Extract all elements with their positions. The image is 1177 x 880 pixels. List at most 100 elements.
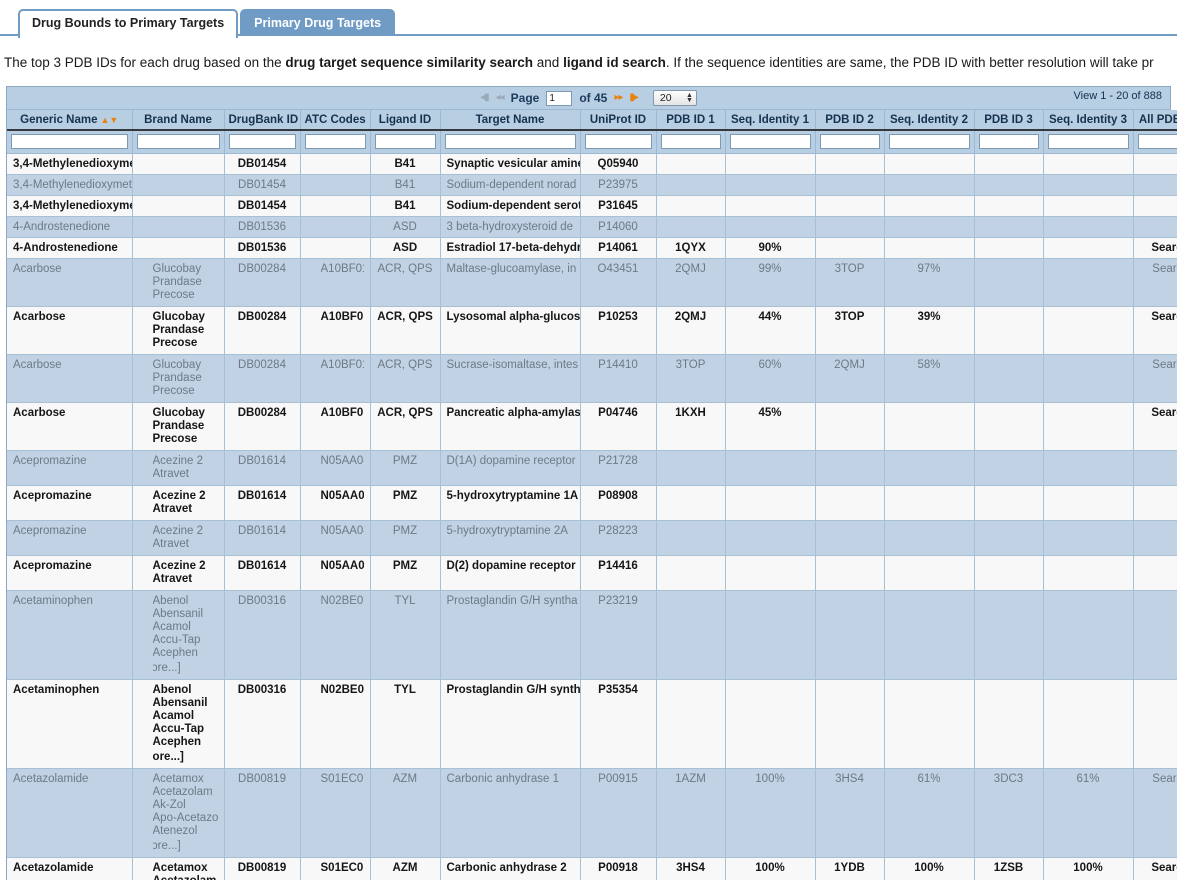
cell-all-pdb-ids[interactable]: Search bbox=[1133, 857, 1177, 880]
search-link[interactable]: Search bbox=[1152, 263, 1177, 275]
search-link[interactable]: Search bbox=[1152, 773, 1177, 785]
cell-seq1: 60% bbox=[725, 354, 816, 403]
search-link[interactable]: Search bbox=[1151, 862, 1177, 874]
table-row[interactable]: AcetaminophenAbenolAbensanilAcamolAccu-T… bbox=[7, 590, 1177, 680]
filter-input-brand-name[interactable] bbox=[136, 134, 220, 149]
column-header-atc-codes[interactable]: ATC Codes bbox=[300, 110, 371, 131]
brand-item: Acezine 2 bbox=[153, 560, 218, 573]
table-row[interactable]: 4-Androstenedione DB01536 ASD Estradiol 17-… bbox=[7, 237, 1177, 259]
table-row[interactable]: AcarboseGlucobayPrandasePrecoseDB00284A1… bbox=[7, 306, 1177, 355]
table-row[interactable]: AcepromazineAcezine 2AtravetDB01614N05AA… bbox=[7, 555, 1177, 591]
filter-cell-ligand-id bbox=[370, 130, 441, 154]
cell-ligand-id: AZM bbox=[370, 857, 441, 880]
atc-list: N05AA04 bbox=[307, 560, 364, 573]
filter-input-pdb-id-2[interactable] bbox=[819, 134, 880, 149]
first-page-icon[interactable]: ◂▮ bbox=[480, 93, 489, 103]
cell-all-pdb-ids[interactable]: Search bbox=[1133, 237, 1177, 259]
filter-input-target-name[interactable] bbox=[444, 134, 576, 149]
table-row[interactable]: 3,4-Methylenedioxymet DB01454 B41 Sodium-de… bbox=[7, 195, 1177, 217]
table-row[interactable]: AcepromazineAcezine 2AtravetDB01614N05AA… bbox=[7, 450, 1177, 486]
filter-input-pdb-id-1[interactable] bbox=[660, 134, 721, 149]
tab-drug-bounds-to-primary-targets[interactable]: Drug Bounds to Primary Targets bbox=[18, 9, 239, 38]
table-row[interactable]: AcepromazineAcezine 2AtravetDB01614N05AA… bbox=[7, 520, 1177, 556]
table-row[interactable]: 3,4-Methylenedioxymet DB01454 B41 Sodium-de… bbox=[7, 174, 1177, 196]
cell-drugbank-id: DB00284 bbox=[224, 354, 301, 403]
atc-item: N05AA04 bbox=[321, 490, 364, 503]
column-header-generic-name[interactable]: Generic Name ▲▼ bbox=[7, 110, 133, 131]
table-row[interactable]: AcarboseGlucobayPrandasePrecoseDB00284A1… bbox=[7, 258, 1177, 307]
table-row[interactable]: AcarboseGlucobayPrandasePrecoseDB00284A1… bbox=[7, 354, 1177, 403]
next-page-icon[interactable]: ▸▸ bbox=[614, 93, 623, 103]
cell-seq1 bbox=[725, 485, 816, 521]
column-header-seq-identity-2[interactable]: Seq. Identity 2 bbox=[884, 110, 975, 131]
table-row[interactable]: AcetazolamideAcetamoxAcetazolamAk-ZolApo… bbox=[7, 768, 1177, 858]
last-page-icon[interactable]: ▮▸ bbox=[629, 93, 638, 103]
page-size-stepper[interactable]: 20 ▲ ▼ bbox=[652, 90, 697, 106]
cell-drugbank-id: DB01614 bbox=[224, 520, 301, 556]
total-pages-label: of 45 bbox=[579, 91, 608, 105]
search-link[interactable]: Search bbox=[1152, 359, 1177, 371]
stepper-arrows-icon[interactable]: ▲ ▼ bbox=[686, 92, 693, 104]
sort-arrow-icon[interactable]: ▲▼ bbox=[101, 115, 119, 125]
more-link[interactable]: [more...] bbox=[153, 749, 218, 764]
search-link[interactable]: Search bbox=[1151, 407, 1177, 419]
atc-list: N02BE01 bbox=[307, 595, 364, 608]
filter-input-uniprot-id[interactable] bbox=[584, 134, 652, 149]
atc-list: S01EC01 bbox=[307, 862, 364, 875]
cell-atc-codes: N02BE01 bbox=[300, 679, 371, 769]
cell-all-pdb-ids[interactable]: Search bbox=[1133, 354, 1177, 403]
table-row[interactable]: AcetaminophenAbenolAbensanilAcamolAccu-T… bbox=[7, 679, 1177, 769]
column-header-drugbank-id[interactable]: DrugBank ID bbox=[224, 110, 301, 131]
column-header-all-pdb-ids[interactable]: All PDB IDs bbox=[1133, 110, 1177, 131]
column-header-brand-name[interactable]: Brand Name bbox=[132, 110, 225, 131]
cell-seq3 bbox=[1043, 237, 1134, 259]
filter-input-seq-identity-3[interactable] bbox=[1047, 134, 1129, 149]
table-row[interactable]: AcetazolamideAcetamoxAcetazolamAk-ZolApo… bbox=[7, 857, 1177, 880]
cell-target-name: Estradiol 17-beta-dehydr bbox=[440, 237, 581, 259]
cell-seq3 bbox=[1043, 679, 1134, 769]
filter-input-generic-name[interactable] bbox=[11, 134, 128, 149]
filter-input-all-pdb-ids[interactable] bbox=[1137, 134, 1177, 149]
brand-list: AbenolAbensanilAcamolAccu-TapAcephen[mor… bbox=[139, 684, 218, 764]
cell-all-pdb-ids[interactable]: Search bbox=[1133, 306, 1177, 355]
filter-input-seq-identity-1[interactable] bbox=[729, 134, 811, 149]
column-header-seq-identity-1[interactable]: Seq. Identity 1 bbox=[725, 110, 816, 131]
filter-input-ligand-id[interactable] bbox=[374, 134, 436, 149]
results-grid-panel: ◂▮ ◂◂ Page of 45 ▸▸ ▮▸ 20 ▲▼ View 1 - 20… bbox=[6, 86, 1177, 880]
column-header-pdb-id-1[interactable]: PDB ID 1 bbox=[656, 110, 726, 131]
cell-pdb2 bbox=[815, 174, 885, 196]
column-header-ligand-id[interactable]: Ligand ID bbox=[370, 110, 441, 131]
filter-input-drugbank-id[interactable] bbox=[228, 134, 296, 149]
search-link[interactable]: Search bbox=[1151, 311, 1177, 323]
cell-all-pdb-ids[interactable]: Search bbox=[1133, 768, 1177, 858]
filter-input-seq-identity-2[interactable] bbox=[888, 134, 970, 149]
column-header-target-name[interactable]: Target Name bbox=[440, 110, 581, 131]
search-link[interactable]: Search bbox=[1151, 242, 1177, 254]
cell-brand-name bbox=[132, 237, 225, 259]
cell-target-name: Sodium-dependent seroto bbox=[440, 195, 581, 217]
table-row[interactable]: 4-Androstenedione DB01536 ASD 3 beta-hydrox… bbox=[7, 216, 1177, 238]
cell-all-pdb-ids[interactable]: Search bbox=[1133, 258, 1177, 307]
more-link[interactable]: [more...] bbox=[153, 660, 218, 675]
page-number-input[interactable] bbox=[546, 90, 573, 106]
table-row[interactable]: 3,4-Methylenedioxymet DB01454 B41 Synaptic … bbox=[7, 153, 1177, 175]
table-row[interactable]: AcarboseGlucobayPrandasePrecoseDB00284A1… bbox=[7, 402, 1177, 451]
previous-page-icon[interactable]: ◂◂ bbox=[496, 93, 505, 103]
filter-input-atc-codes[interactable] bbox=[304, 134, 366, 149]
column-header-seq-identity-3[interactable]: Seq. Identity 3 bbox=[1043, 110, 1134, 131]
cell-brand-name: AcetamoxAcetazolamAk-ZolApo-AcetazolaAte… bbox=[132, 857, 225, 880]
more-link[interactable]: [more...] bbox=[153, 838, 218, 853]
tab-primary-drug-targets[interactable]: Primary Drug Targets bbox=[240, 9, 396, 36]
cell-generic-name: 3,4-Methylenedioxymet bbox=[7, 174, 133, 196]
cell-all-pdb-ids[interactable]: Search bbox=[1133, 402, 1177, 451]
cell-target-name: Lysosomal alpha-glucosid bbox=[440, 306, 581, 355]
column-header-pdb-id-3[interactable]: PDB ID 3 bbox=[974, 110, 1044, 131]
column-header-pdb-id-2[interactable]: PDB ID 2 bbox=[815, 110, 885, 131]
cell-brand-name: Acezine 2Atravet bbox=[132, 555, 225, 591]
table-row[interactable]: AcepromazineAcezine 2AtravetDB01614N05AA… bbox=[7, 485, 1177, 521]
column-header-uniprot-id[interactable]: UniProt ID bbox=[580, 110, 657, 131]
cell-seq1: 45% bbox=[725, 402, 816, 451]
intro-text-part3: . If the sequence identities are same, t… bbox=[665, 55, 1154, 70]
cell-pdb1 bbox=[656, 216, 726, 238]
filter-input-pdb-id-3[interactable] bbox=[978, 134, 1039, 149]
